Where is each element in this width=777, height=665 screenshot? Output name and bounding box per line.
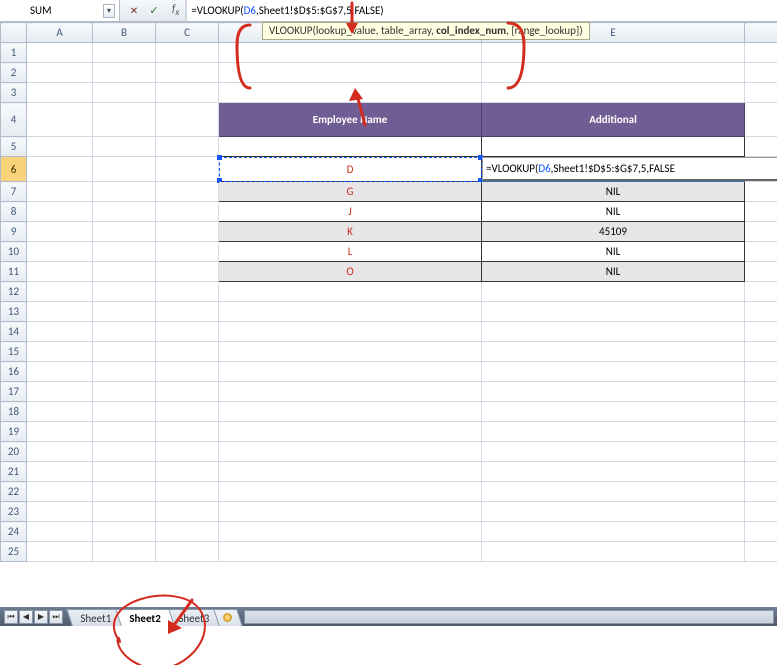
sheet-tab-label: Sheet2 (129, 612, 161, 625)
name-box-dropdown-icon[interactable]: ▾ (103, 4, 115, 18)
row-header[interactable]: 9 (1, 222, 27, 242)
row-header[interactable]: 24 (1, 522, 27, 542)
col-header-B[interactable]: B (93, 23, 156, 43)
formula-text: =VLOOKUP(D6,Sheet1!$D$5:$G$7,5,FALSE) (191, 4, 383, 17)
enter-icon[interactable]: ✓ (146, 3, 162, 19)
select-all-corner[interactable] (1, 23, 27, 43)
formula-input[interactable]: =VLOOKUP(D6,Sheet1!$D$5:$G$7,5,FALSE) (186, 0, 777, 21)
row-header[interactable]: 3 (1, 83, 27, 103)
cell[interactable]: K (219, 222, 482, 242)
sheet-nav-first-icon[interactable]: ⏮ (4, 610, 18, 624)
sheet-nav-buttons: ⏮ ◀ ▶ ⏭ (0, 607, 67, 626)
cell[interactable]: NIL (482, 182, 745, 202)
row-header[interactable]: 15 (1, 342, 27, 362)
cell-E6-editing[interactable]: =VLOOKUP(D6,Sheet1!$D$5:$G$7,5,FALSE (482, 157, 745, 182)
cell[interactable]: NIL (482, 262, 745, 282)
row-header[interactable]: 4 (1, 103, 27, 137)
cell[interactable]: NIL (482, 202, 745, 222)
sheet-tab-bar: ⏮ ◀ ▶ ⏭ Sheet1 Sheet2 Sheet3 (0, 607, 777, 626)
horizontal-scrollbar[interactable] (244, 610, 774, 624)
row-header[interactable]: 1 (1, 43, 27, 63)
col-header-C[interactable]: C (156, 23, 219, 43)
cell[interactable]: G (219, 182, 482, 202)
new-sheet-icon[interactable] (214, 609, 244, 626)
cell[interactable] (219, 137, 482, 157)
sheet-nav-prev-icon[interactable]: ◀ (19, 610, 33, 624)
row-header[interactable]: 14 (1, 322, 27, 342)
row-header[interactable]: 17 (1, 382, 27, 402)
cell-text: D (347, 163, 354, 176)
row-header[interactable]: 23 (1, 502, 27, 522)
name-box-value: SUM (30, 4, 52, 17)
row-header[interactable]: 2 (1, 63, 27, 83)
sheet-tabs: Sheet1 Sheet2 Sheet3 (69, 607, 236, 626)
sheet-nav-next-icon[interactable]: ▶ (34, 610, 48, 624)
row-header[interactable]: 22 (1, 482, 27, 502)
sheet-tab-sheet2[interactable]: Sheet2 (115, 609, 174, 626)
cell[interactable]: 45109 (482, 222, 745, 242)
cell[interactable]: J (219, 202, 482, 222)
cell-D6[interactable]: D (219, 157, 482, 182)
row-header[interactable]: 5 (1, 137, 27, 157)
formula-buttons: ✕ ✓ fx (120, 0, 186, 21)
table-header-employee[interactable]: Employee Name (219, 103, 482, 137)
row-header[interactable]: 21 (1, 462, 27, 482)
worksheet-area[interactable]: A B C D E F 1 2 3 4 Employee Name Additi… (0, 22, 777, 626)
sheet-tab-label: Sheet1 (80, 612, 111, 625)
row-header[interactable]: 12 (1, 282, 27, 302)
row-header[interactable]: 18 (1, 402, 27, 422)
cell-grid[interactable]: A B C D E F 1 2 3 4 Employee Name Additi… (0, 22, 777, 562)
col-header-A[interactable]: A (27, 23, 93, 43)
cancel-icon[interactable]: ✕ (126, 3, 142, 19)
table-header-additional[interactable]: Additional (482, 103, 745, 137)
sheet-tab-label: Sheet3 (179, 612, 210, 625)
row-header[interactable]: 7 (1, 182, 27, 202)
cell[interactable]: NIL (482, 242, 745, 262)
row-header[interactable]: 20 (1, 442, 27, 462)
cell[interactable]: L (219, 242, 482, 262)
name-box[interactable]: SUM ▾ (0, 0, 120, 21)
row-header[interactable]: 11 (1, 262, 27, 282)
row-header[interactable]: 25 (1, 542, 27, 562)
cell-editor[interactable]: =VLOOKUP(D6,Sheet1!$D$5:$G$7,5,FALSE (482, 157, 777, 181)
function-tooltip: VLOOKUP(lookup_value, table_array, col_i… (262, 22, 590, 40)
row-header[interactable]: 10 (1, 242, 27, 262)
row-header[interactable]: 16 (1, 362, 27, 382)
cell-editor-text: =VLOOKUP(D6,Sheet1!$D$5:$G$7,5,FALSE (486, 162, 675, 175)
row-header[interactable]: 6 (1, 157, 27, 182)
cell[interactable] (482, 137, 745, 157)
fx-icon[interactable]: fx (172, 2, 179, 18)
row-header[interactable]: 19 (1, 422, 27, 442)
cell[interactable]: O (219, 262, 482, 282)
sheet-nav-last-icon[interactable]: ⏭ (49, 610, 63, 624)
formula-bar: SUM ▾ ✕ ✓ fx =VLOOKUP(D6,Sheet1!$D$5:$G$… (0, 0, 777, 22)
col-header-F[interactable]: F (745, 23, 777, 43)
row-header[interactable]: 13 (1, 302, 27, 322)
row-header[interactable]: 8 (1, 202, 27, 222)
